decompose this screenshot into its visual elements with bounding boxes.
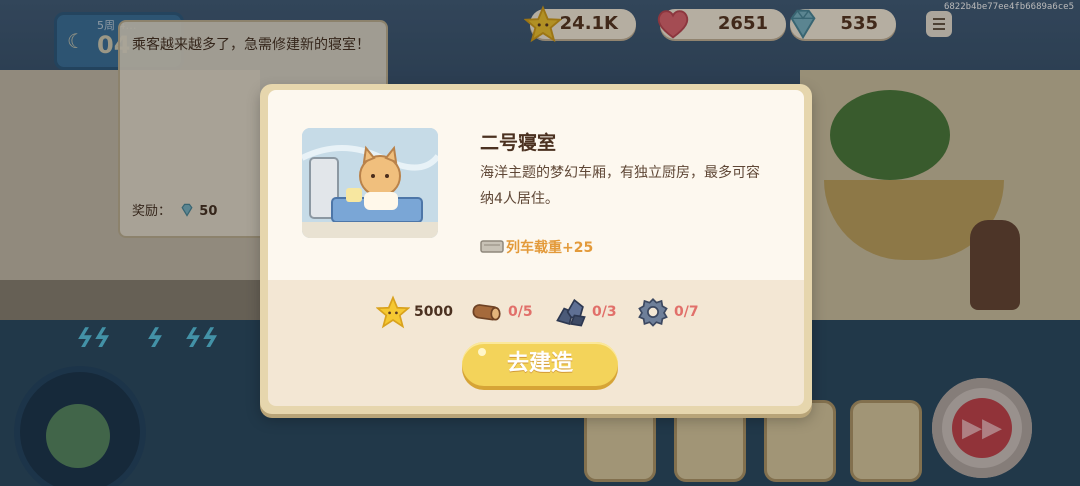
stone-icon (556, 298, 586, 327)
star-icon (376, 295, 410, 329)
capacity-bonus: 列车载重+25 (480, 237, 593, 257)
build-room-dialog: 二号寝室 海洋主题的梦幻车厢，有独立厨房，最多可容纳4人居住。 列车载重+25 … (260, 84, 812, 414)
gear-icon (638, 298, 668, 327)
requirement-stars-value: 5000 (414, 304, 453, 320)
cart-icon (480, 240, 504, 253)
requirement-stone-value: 0/3 (592, 304, 617, 320)
room-title: 二号寝室 (480, 132, 557, 154)
build-button-label: 去建造 (506, 351, 573, 376)
requirement-wood-value: 0/5 (508, 304, 533, 320)
dialog-info-panel: 二号寝室 海洋主题的梦幻车厢，有独立厨房，最多可容纳4人居住。 列车载重+25 (268, 90, 804, 280)
requirement-gear-value: 0/7 (674, 304, 699, 320)
room-description: 海洋主题的梦幻车厢，有独立厨房，最多可容纳4人居住。 (480, 165, 760, 207)
build-button[interactable]: 去建造 (462, 342, 618, 386)
capacity-bonus-text: 列车载重+25 (506, 240, 594, 256)
wood-log-icon (472, 304, 501, 321)
room-preview-image (302, 128, 438, 238)
